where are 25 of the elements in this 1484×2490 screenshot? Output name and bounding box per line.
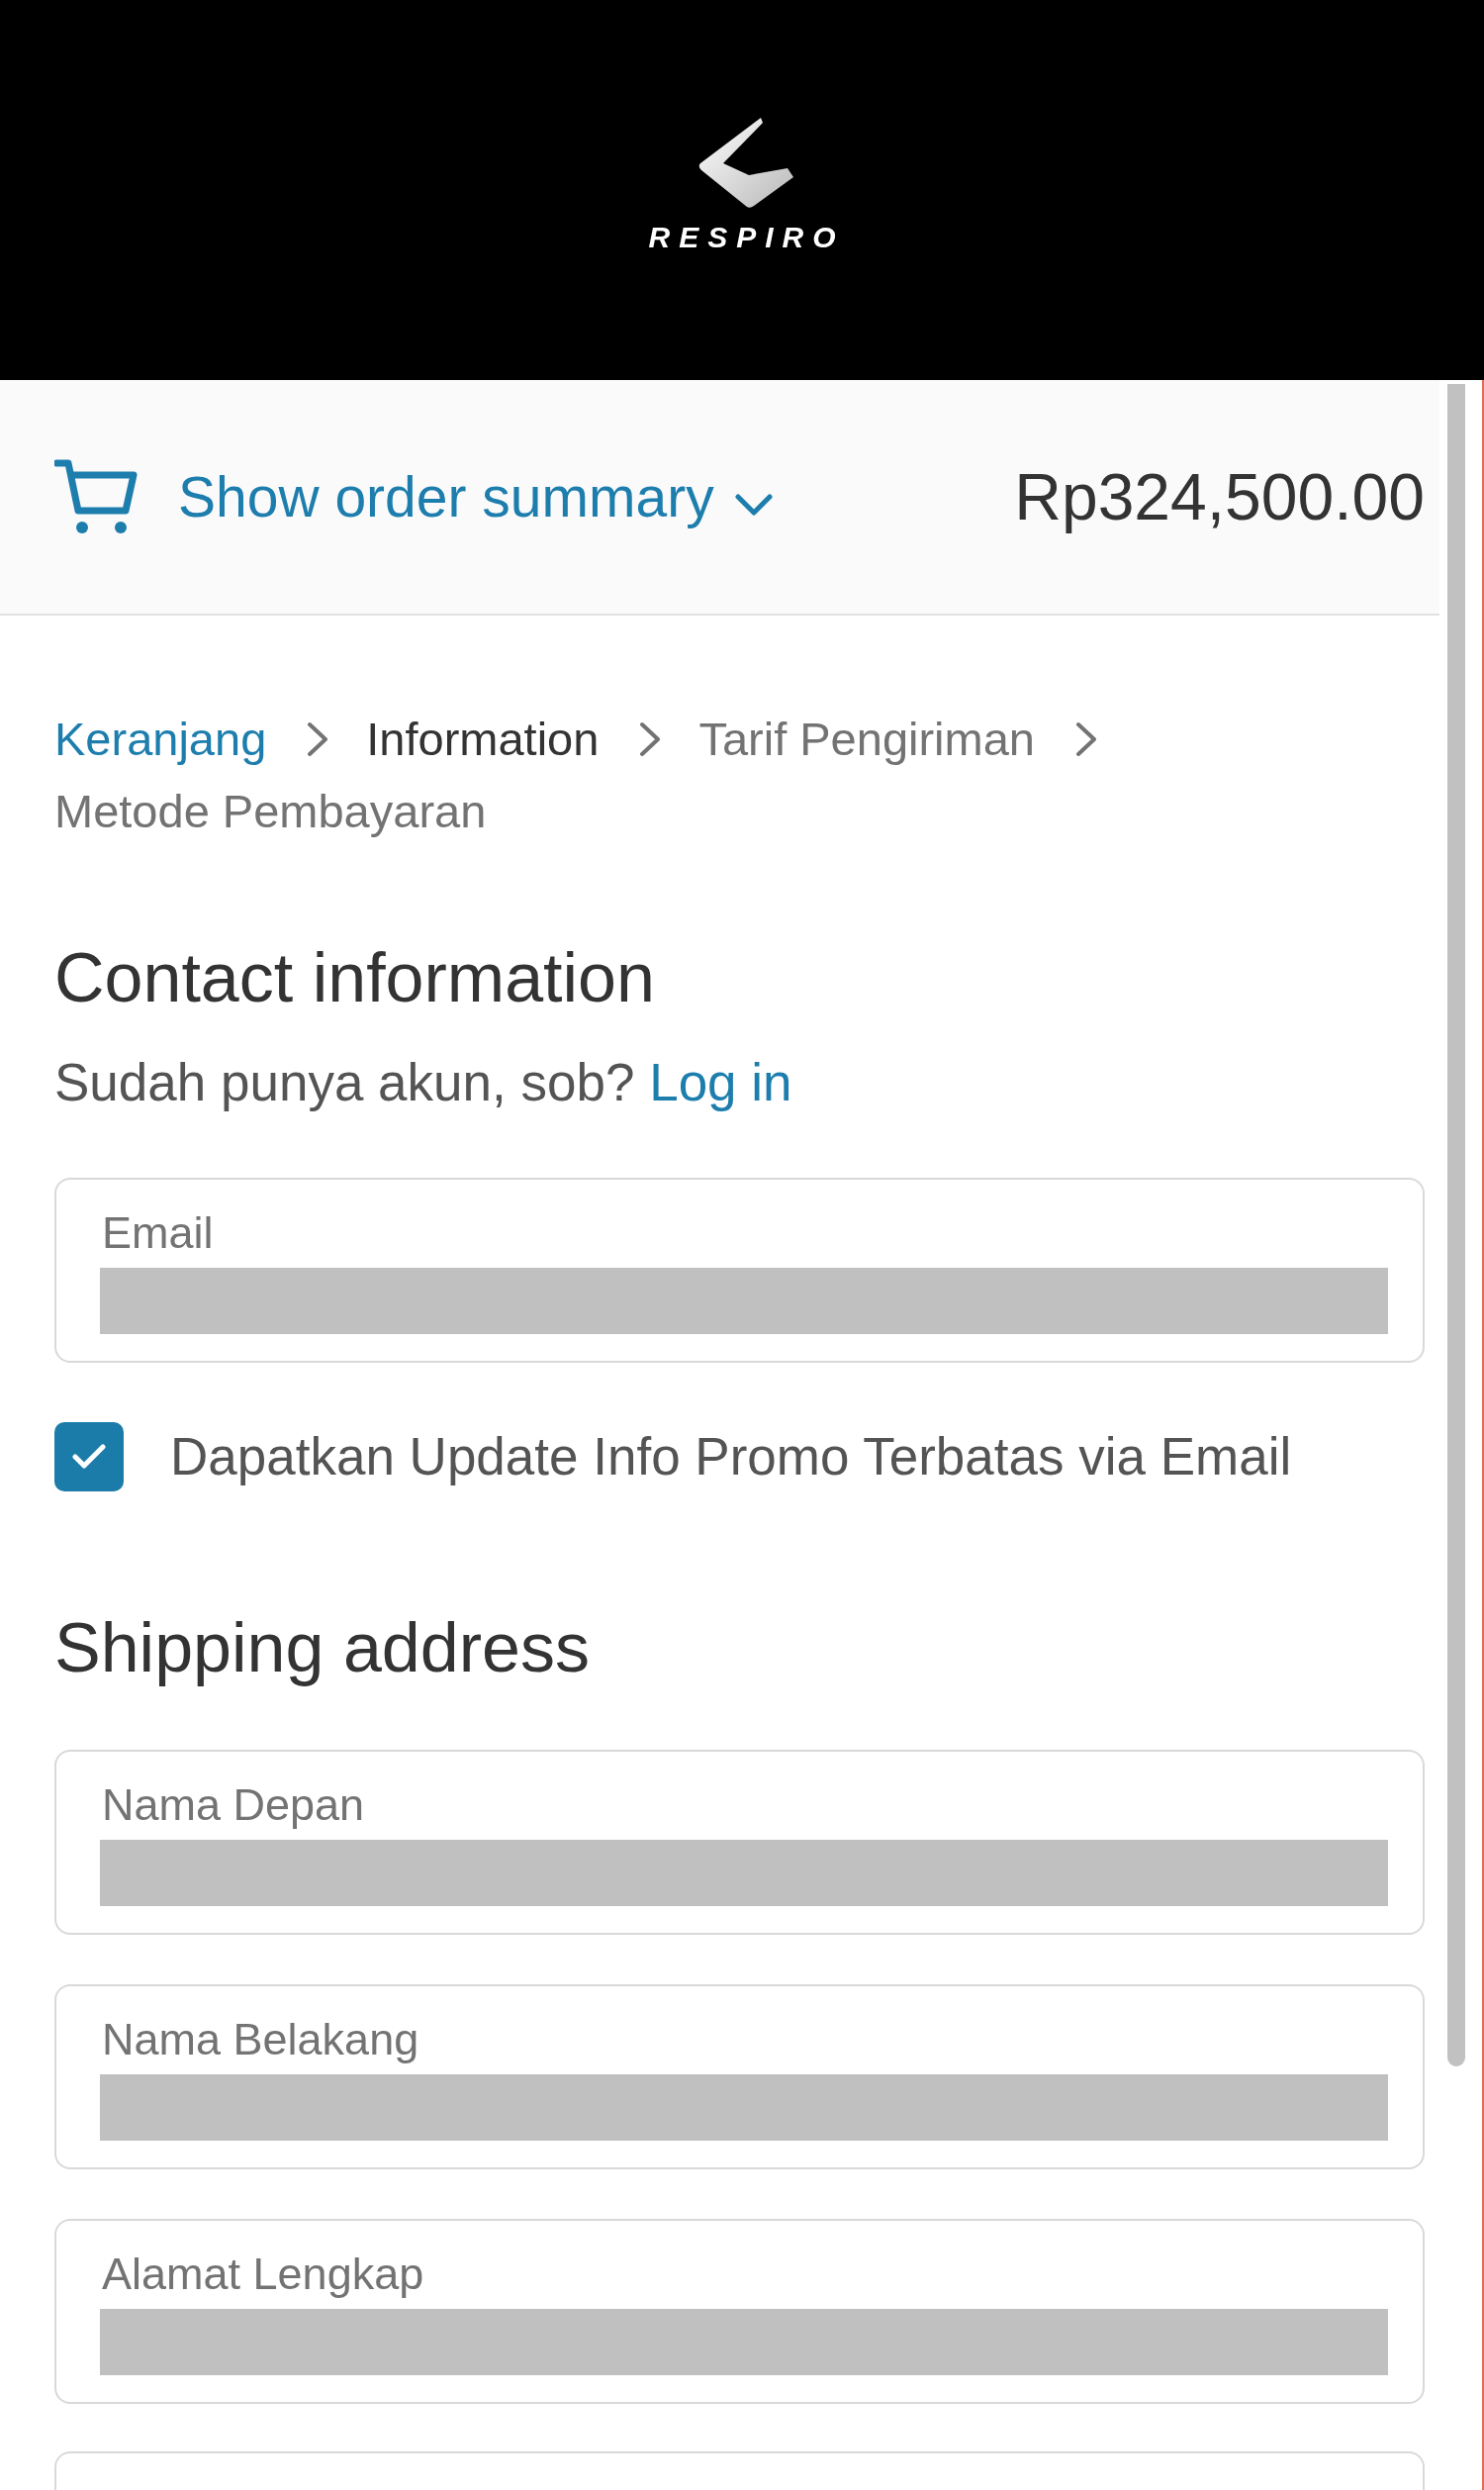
order-summary-toggle[interactable]: Show order summary	[178, 463, 774, 530]
breadcrumb-step: Metode Pembayaran	[54, 775, 487, 847]
login-prompt: Sudah punya akun, sob? Log in	[54, 1052, 793, 1113]
breadcrumb-step: Tarif Pengiriman	[698, 703, 1035, 775]
input-field[interactable]: Alamat Lengkap	[54, 2219, 1425, 2404]
scrollbar-thumb[interactable]	[1447, 384, 1465, 2066]
section-heading: Shipping address	[54, 1608, 591, 1688]
check-icon	[72, 1444, 106, 1470]
input-field[interactable]: Nama Belakang	[54, 1984, 1425, 2169]
input-field[interactable]: Nama Depan	[54, 1750, 1425, 1935]
logo-icon	[696, 115, 796, 210]
input-field[interactable]	[54, 2451, 1425, 2490]
order-total: Rp324,500.00	[1014, 459, 1425, 535]
login-link[interactable]: Log in	[649, 1053, 792, 1111]
chevron-right-icon	[1074, 719, 1098, 758]
checkbox-label: Dapatkan Update Info Promo Terbatas via Email	[170, 1426, 1292, 1487]
cart-icon	[54, 457, 139, 536]
breadcrumb-current-step: Information	[366, 703, 600, 775]
breadcrumb-link[interactable]: Keranjang	[54, 703, 267, 775]
chevron-right-icon	[306, 719, 330, 758]
chevron-right-icon	[638, 719, 663, 758]
logo-wordmark: RESPIRO	[648, 221, 845, 253]
email-field[interactable]: Email	[54, 1178, 1425, 1363]
newsletter-checkbox[interactable]	[54, 1422, 124, 1491]
section-heading: Contact information	[54, 938, 656, 1018]
